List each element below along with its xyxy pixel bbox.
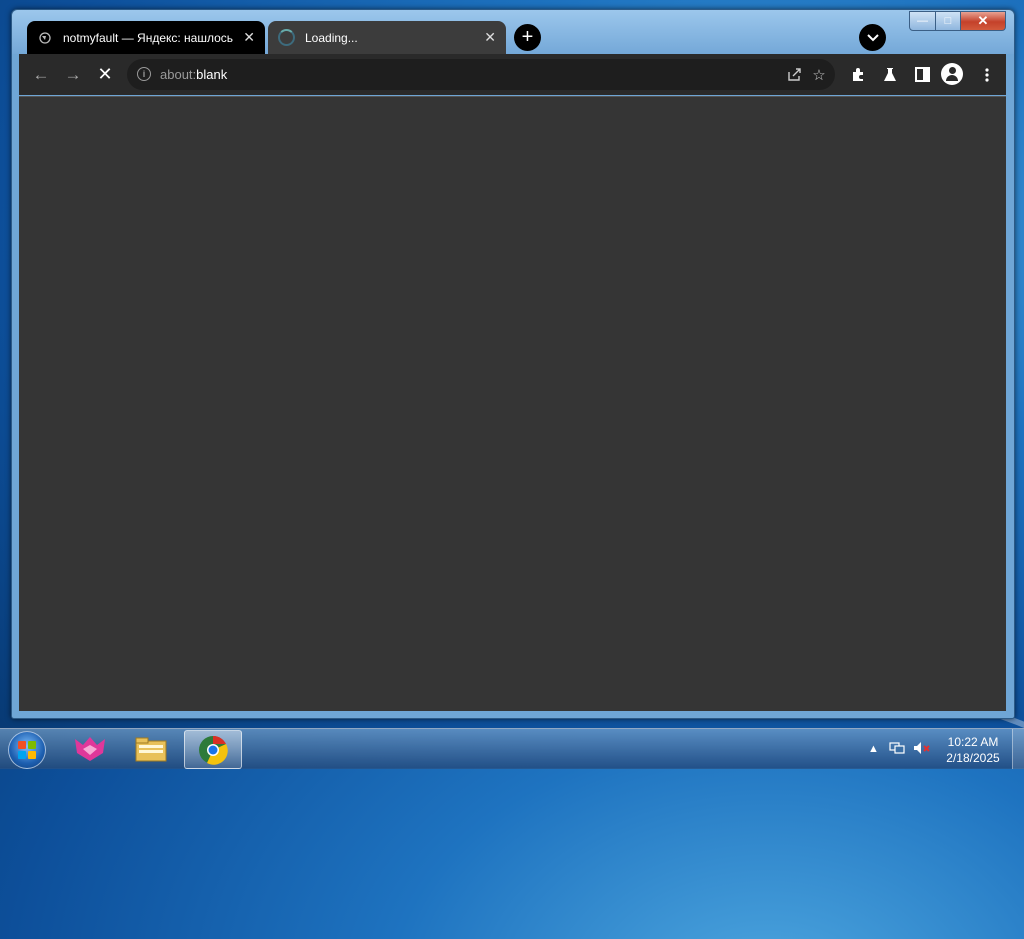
labs-flask-icon[interactable]	[876, 54, 904, 95]
system-tray: ▲	[868, 729, 931, 769]
tab-search-button[interactable]	[859, 24, 886, 51]
close-tab-icon[interactable]: ✕	[484, 29, 496, 46]
file-explorer-icon[interactable]	[123, 730, 179, 767]
back-button[interactable]: ←	[27, 54, 55, 95]
volume-muted-icon[interactable]	[913, 741, 931, 758]
tab-title: Loading...	[305, 30, 358, 45]
network-icon[interactable]	[889, 741, 905, 758]
side-panel-icon[interactable]	[908, 54, 936, 95]
bookmark-star-icon[interactable]: ☆	[807, 59, 831, 90]
maximize-button[interactable]: □	[936, 11, 961, 31]
address-bar[interactable]: i about:blank ☆	[127, 59, 835, 90]
url-text[interactable]: about:blank	[160, 67, 227, 82]
new-tab-button[interactable]: +	[514, 24, 541, 51]
minimize-button[interactable]: —	[909, 11, 936, 31]
close-window-button[interactable]: ✕	[961, 11, 1006, 31]
share-icon[interactable]	[782, 59, 806, 90]
browser-toolbar: ← → ✕ i about:blank ☆	[19, 54, 1006, 95]
globe-icon	[37, 30, 53, 46]
clock-time: 10:22 AM	[947, 735, 999, 749]
profile-icon[interactable]	[941, 63, 963, 85]
loading-spinner-icon	[278, 29, 295, 46]
menu-icon[interactable]	[973, 54, 1001, 95]
clock-date: 2/18/2025	[946, 751, 1000, 765]
tab-active[interactable]: notmyfault — Яндекс: нашлось ✕	[27, 21, 265, 54]
chrome-browser-icon[interactable]	[184, 730, 242, 769]
stickies-app-icon[interactable]	[62, 730, 118, 767]
close-tab-icon[interactable]: ✕	[243, 29, 255, 46]
page-content-blank[interactable]	[19, 96, 1006, 711]
tab-title: notmyfault — Яндекс: нашлось	[63, 30, 233, 45]
start-button[interactable]	[8, 731, 46, 769]
stop-loading-button[interactable]: ✕	[91, 54, 119, 95]
chevron-down-icon	[866, 33, 879, 41]
clock[interactable]: 10:22 AM 2/18/2025	[945, 734, 1001, 766]
window-caption-buttons: — □ ✕	[909, 11, 1006, 31]
browser-window: — □ ✕ notmyfault — Яндекс: нашлось ✕ Loa…	[11, 9, 1015, 719]
extensions-icon[interactable]	[844, 54, 872, 95]
show-hidden-icons[interactable]: ▲	[868, 743, 879, 755]
tab-loading[interactable]: Loading... ✕	[268, 21, 506, 54]
info-icon[interactable]: i	[137, 67, 151, 81]
show-desktop-button[interactable]	[1012, 729, 1024, 769]
forward-button[interactable]: →	[59, 54, 87, 95]
title-bar: — □ ✕ notmyfault — Яндекс: нашлось ✕ Loa…	[12, 10, 1014, 54]
taskbar: ▲ 10:22 AM 2/18/2025	[0, 728, 1024, 769]
